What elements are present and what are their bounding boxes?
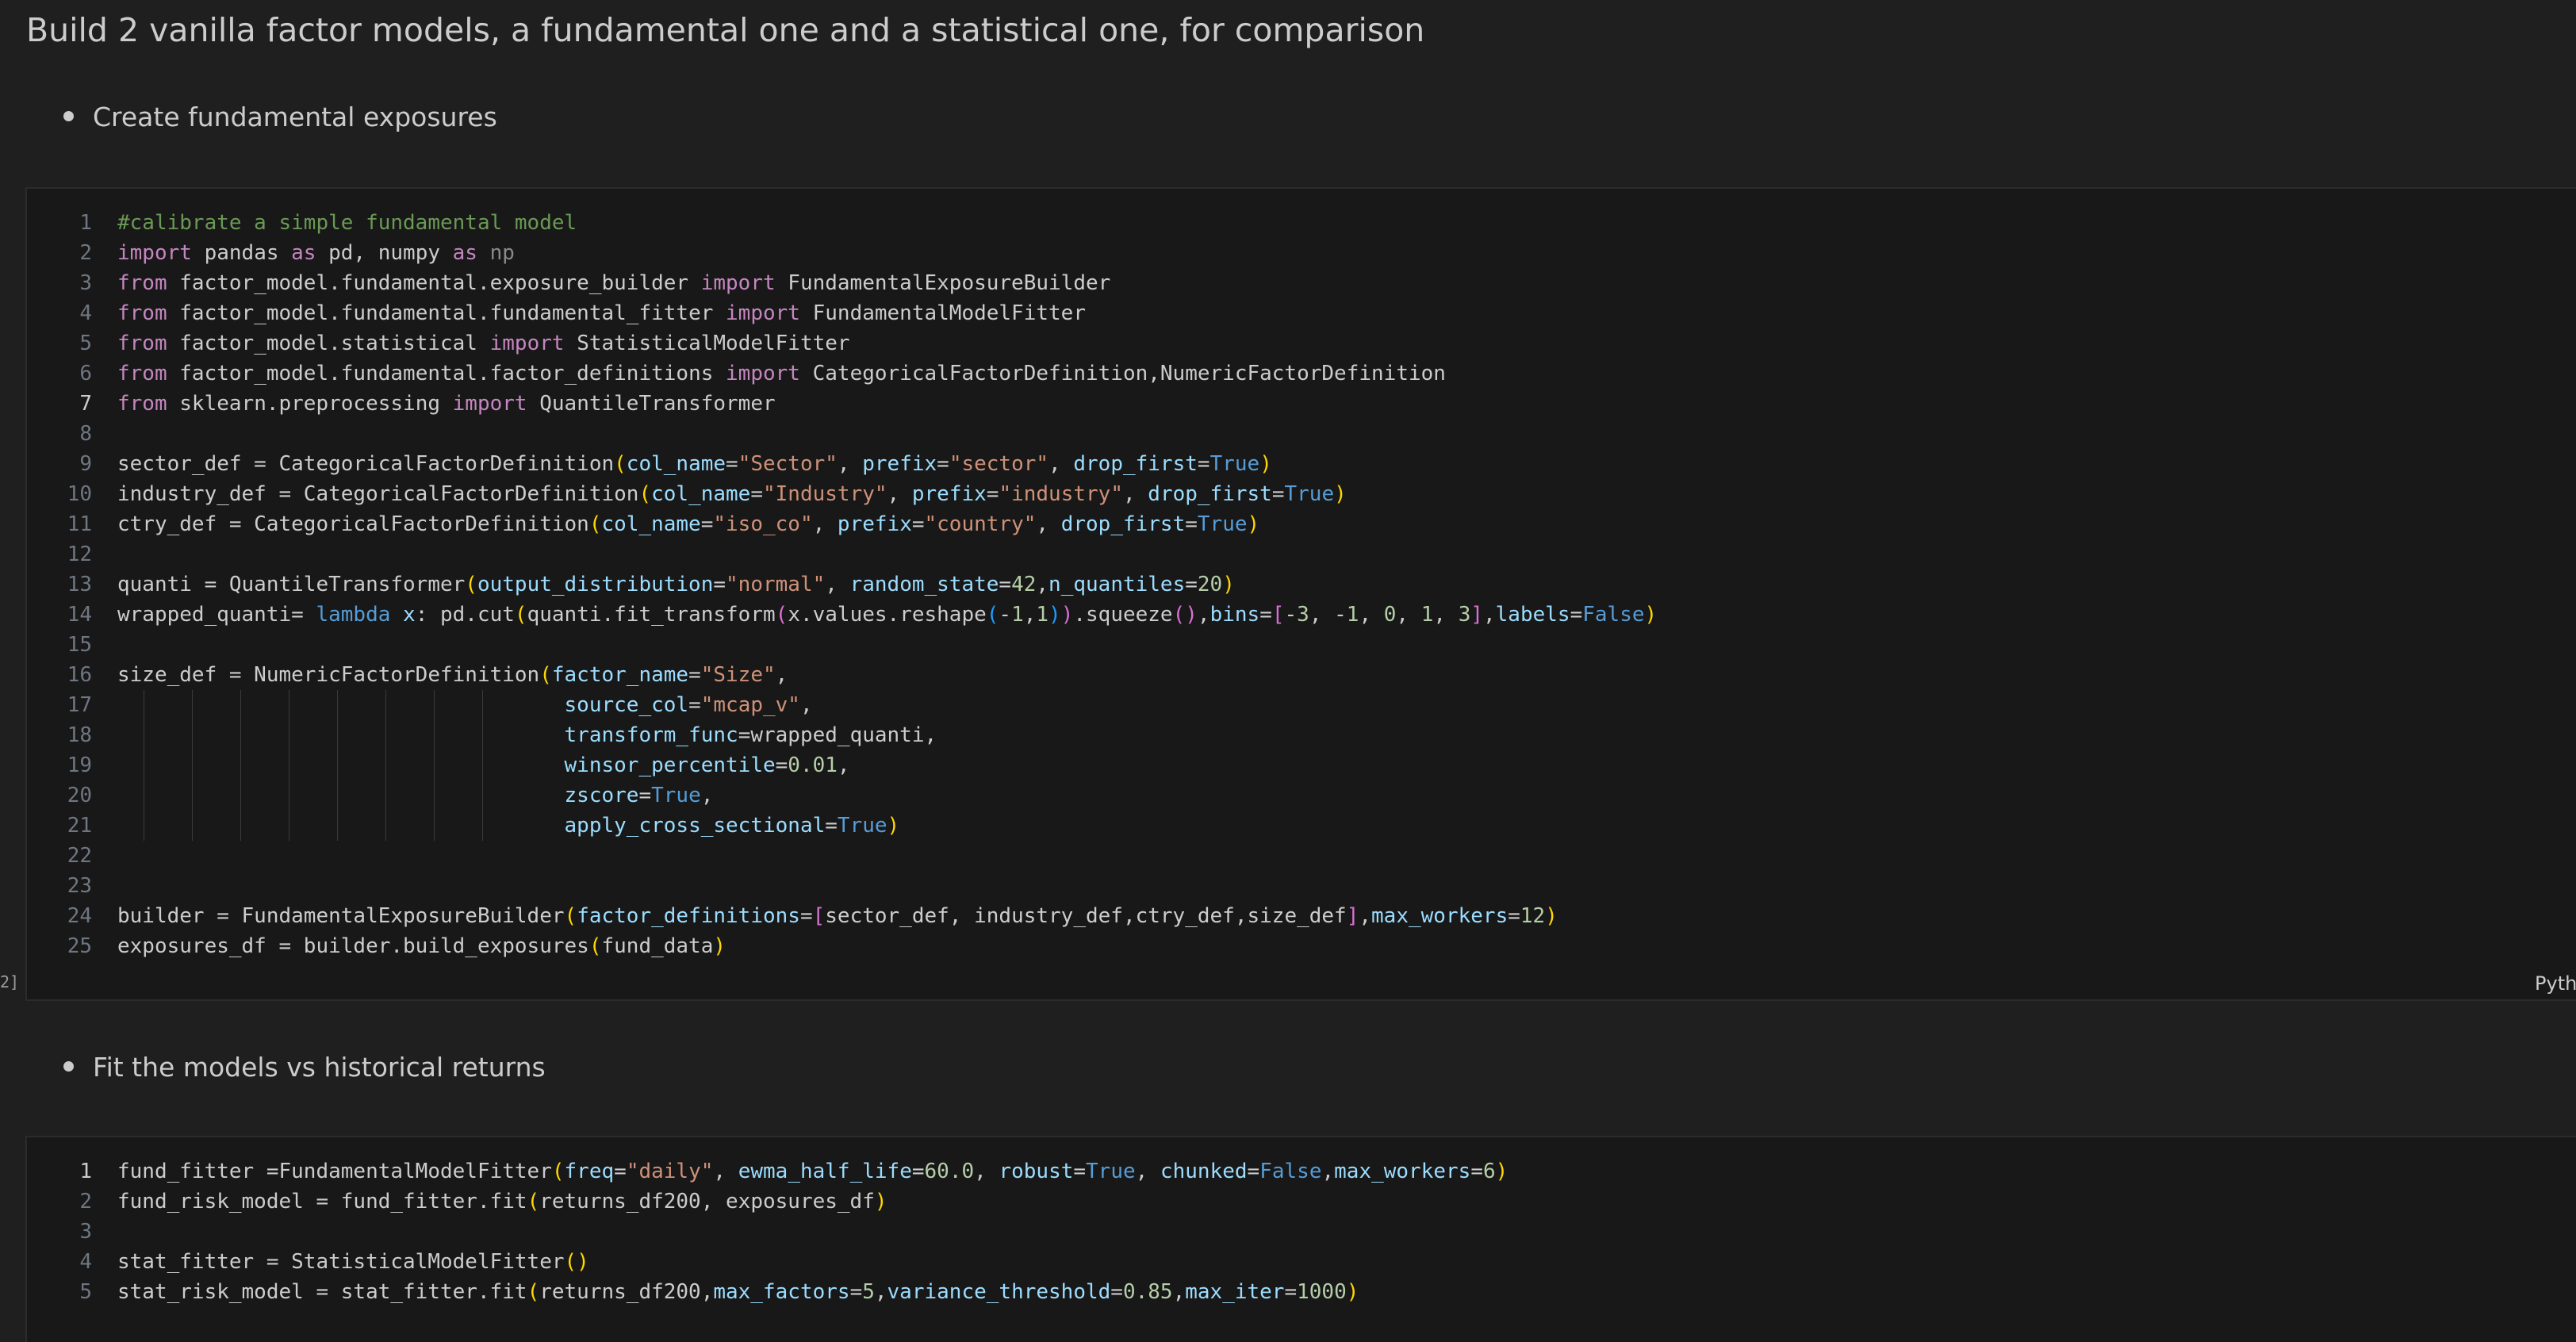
code-line: 16 size_def = NumericFactorDefinition(fac… bbox=[67, 663, 788, 687]
code-line: 8 bbox=[79, 422, 92, 446]
code-line: 6 from factor_model.fundamental.factor_de… bbox=[79, 362, 1446, 385]
code-line: 7 from sklearn.preprocessing import Quant… bbox=[79, 392, 776, 416]
code-line: 12 bbox=[67, 543, 92, 566]
cell-language-label[interactable]: Pytho bbox=[2535, 972, 2576, 995]
code-line: 3 from factor_model.fundamental.exposure_… bbox=[79, 271, 1111, 295]
bullet-text: Create fundamental exposures bbox=[93, 102, 497, 132]
code-line: 4 from factor_model.fundamental.fundament… bbox=[79, 301, 1086, 325]
markdown-bullet-fit: Fit the models vs historical returns bbox=[63, 1052, 546, 1083]
code-line: 1 #calibrate a simple fundamental model bbox=[79, 211, 577, 235]
code-line: 11 ctry_def = CategoricalFactorDefinition… bbox=[67, 512, 1260, 536]
code-line: 23 bbox=[67, 874, 92, 898]
bullet-dot bbox=[63, 1061, 74, 1072]
code-line: 10 industry_def = CategoricalFactorDefini… bbox=[67, 482, 1347, 506]
code-line: 24 builder = FundamentalExposureBuilder(f… bbox=[67, 904, 1558, 928]
bullet-dot bbox=[63, 111, 74, 121]
code-line: 14 wrapped_quanti= lambda x: pd.cut(quant… bbox=[67, 603, 1658, 627]
code-line: 5 from factor_model.statistical import St… bbox=[79, 332, 850, 355]
bullet-text: Fit the models vs historical returns bbox=[93, 1052, 546, 1083]
code-line: 15 bbox=[67, 633, 92, 657]
code-line: 25 exposures_df = builder.build_exposures… bbox=[67, 934, 726, 958]
code-cell-exposures[interactable]: 1 #calibrate a simple fundamental model 2… bbox=[25, 187, 2576, 1001]
code-editor[interactable]: 1 #calibrate a simple fundamental model 2… bbox=[27, 208, 1657, 961]
code-line: 5 stat_risk_model = stat_fitter.fit(retur… bbox=[79, 1280, 1359, 1304]
code-line: 2 import pandas as pd, numpy as np bbox=[79, 241, 515, 265]
code-line: 9 sector_def = CategoricalFactorDefinitio… bbox=[79, 452, 1272, 476]
code-cell-fit[interactable]: 1 fund_fitter =FundamentalModelFitter(fre… bbox=[25, 1136, 2576, 1342]
code-line: 2 fund_risk_model = fund_fitter.fit(retur… bbox=[79, 1190, 887, 1214]
execution-count: 2] bbox=[0, 972, 20, 991]
code-line: 1 fund_fitter =FundamentalModelFitter(fre… bbox=[79, 1160, 1508, 1183]
code-line: 4 stat_fitter = StatisticalModelFitter() bbox=[79, 1250, 589, 1274]
markdown-heading: Build 2 vanilla factor models, a fundame… bbox=[26, 11, 1425, 49]
markdown-bullet-exposures: Create fundamental exposures bbox=[63, 102, 497, 132]
code-editor[interactable]: 1 fund_fitter =FundamentalModelFitter(fre… bbox=[27, 1156, 1508, 1307]
code-line: 22 bbox=[67, 844, 92, 868]
indent-guides bbox=[119, 690, 516, 841]
code-line: 3 bbox=[79, 1220, 92, 1244]
code-line: 13 quanti = QuantileTransformer(output_di… bbox=[67, 573, 1235, 596]
